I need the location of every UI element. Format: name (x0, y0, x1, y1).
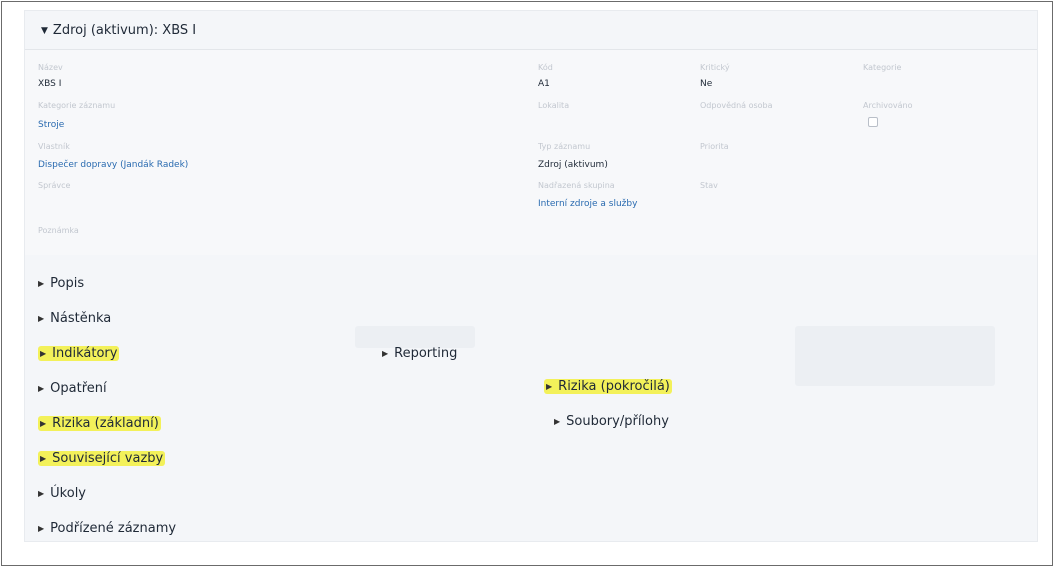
caret-down-icon[interactable]: ▼ (41, 26, 48, 36)
name-label: Název (38, 63, 63, 72)
section-souvisejici-vazby[interactable]: ▶ Související vazby (38, 451, 166, 466)
chevron-right-icon: ▶ (38, 279, 45, 288)
critical-label: Kritický (700, 63, 730, 72)
owner-link[interactable]: Dispečer dopravy (Jandák Radek) (38, 160, 188, 170)
chevron-right-icon: ▶ (40, 454, 47, 463)
section-nastenka[interactable]: ▶ Nástěnka (38, 311, 111, 326)
section-rizika-zakladni[interactable]: ▶ Rizika (základní) (38, 416, 161, 431)
record-panel: ▼ Zdroj (aktivum): XBS I Název XBS I Kate… (24, 10, 1038, 542)
tags-label: Kategorie (863, 63, 902, 72)
status-label: Stav (700, 181, 718, 190)
section-indikatory[interactable]: ▶ Indikátory (38, 346, 120, 361)
location-label: Lokalita (538, 101, 570, 110)
chevron-right-icon: ▶ (38, 384, 45, 393)
panel-header[interactable]: ▼ Zdroj (aktivum): XBS I (25, 11, 1037, 50)
note-label: Poznámka (38, 226, 79, 235)
section-label: Soubory/přílohy (566, 414, 669, 429)
section-label: Reporting (394, 346, 458, 361)
section-opatreni[interactable]: ▶ Opatření (38, 381, 107, 396)
category-label: Kategorie záznamu (38, 101, 116, 110)
record-details: Název XBS I Kategorie záznamu Stroje Vla… (25, 50, 1037, 255)
section-ukoly[interactable]: ▶ Úkoly (38, 486, 86, 501)
chevron-right-icon: ▶ (38, 524, 45, 533)
section-label: Rizika (pokročilá) (558, 379, 670, 394)
panel-title[interactable]: ▼ Zdroj (aktivum): XBS I (41, 23, 196, 38)
chevron-right-icon: ▶ (554, 417, 561, 426)
section-label: Popis (50, 276, 85, 291)
parent-group-link[interactable]: Interní zdroje a služby (538, 199, 637, 209)
code-label: Kód (538, 63, 553, 72)
chevron-right-icon: ▶ (38, 314, 45, 323)
chevron-right-icon: ▶ (40, 419, 47, 428)
priority-label: Priorita (700, 142, 729, 151)
archived-checkbox[interactable] (868, 117, 878, 127)
section-soubory-prilohy[interactable]: ▶ Soubory/přílohy (554, 414, 669, 429)
section-label: Opatření (50, 381, 107, 396)
section-label: Související vazby (52, 451, 164, 466)
chevron-right-icon: ▶ (382, 349, 389, 358)
responsible-label: Odpovědná osoba (700, 101, 773, 110)
section-podrizene-zaznamy[interactable]: ▶ Podřízené záznamy (38, 521, 176, 536)
section-label: Rizika (základní) (52, 416, 159, 431)
section-label: Nástěnka (50, 311, 112, 326)
manager-label: Správce (38, 181, 71, 190)
background-block (355, 326, 475, 348)
section-popis[interactable]: ▶ Popis (38, 276, 84, 291)
type-value: Zdroj (aktivum) (538, 160, 608, 170)
page-frame: ▼ Zdroj (aktivum): XBS I Název XBS I Kate… (1, 1, 1053, 566)
section-label: Indikátory (52, 346, 118, 361)
parent-group-label: Nadřazená skupina (538, 181, 615, 190)
chevron-right-icon: ▶ (40, 349, 47, 358)
collapsible-sections: ▶ Popis ▶ Nástěnka ▶ Indikátory ▶ Opatření ▶… (25, 256, 1037, 541)
archived-label: Archivováno (863, 101, 913, 110)
type-label: Typ záznamu (538, 142, 591, 151)
background-block (795, 326, 995, 386)
section-reporting[interactable]: ▶ Reporting (382, 346, 457, 361)
section-label: Podřízené záznamy (50, 521, 177, 536)
code-value: A1 (538, 79, 550, 89)
critical-value: Ne (700, 79, 713, 89)
chevron-right-icon: ▶ (38, 489, 45, 498)
name-value: XBS I (38, 79, 62, 89)
section-rizika-pokrocila[interactable]: ▶ Rizika (pokročilá) (544, 379, 672, 394)
panel-title-text: Zdroj (aktivum): XBS I (52, 23, 197, 38)
section-label: Úkoly (50, 486, 86, 501)
chevron-right-icon: ▶ (546, 382, 553, 391)
category-link[interactable]: Stroje (38, 120, 64, 130)
owner-label: Vlastník (38, 142, 70, 151)
